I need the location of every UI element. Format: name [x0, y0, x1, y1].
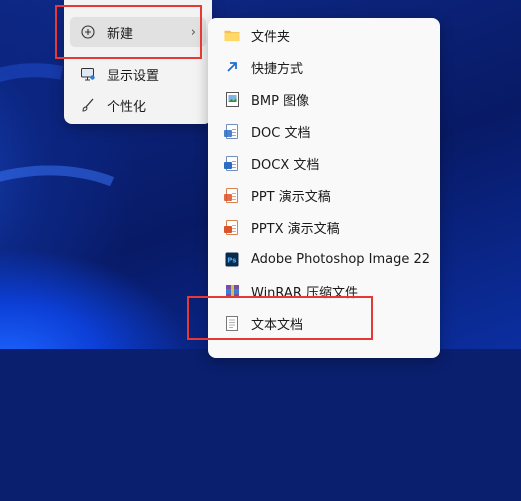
doc-file-icon: [224, 123, 240, 139]
submenu-item-label: 文本文档: [251, 317, 304, 333]
photoshop-file-icon: Ps: [224, 251, 240, 267]
desktop-context-menu: 新建 › 显示设置 个性化: [64, 0, 212, 124]
submenu-item-folder[interactable]: 文件夹: [214, 20, 434, 50]
submenu-item-shortcut[interactable]: 快捷方式: [214, 52, 434, 82]
submenu-item-bmp[interactable]: BMP 图像: [214, 84, 434, 114]
text-document-icon: [224, 315, 240, 331]
submenu-item-photoshop[interactable]: Ps Adobe Photoshop Image 22: [214, 244, 434, 274]
ppt-file-icon: [224, 187, 240, 203]
new-submenu: 文件夹 快捷方式 BMP 图像 DOC 文档 DOCX 文档 PPT 演示文稿: [208, 18, 440, 358]
submenu-item-label: PPTX 演示文稿: [251, 221, 340, 237]
submenu-item-pptx[interactable]: PPTX 演示文稿: [214, 212, 434, 242]
submenu-item-label: DOCX 文档: [251, 157, 320, 173]
submenu-item-label: PPT 演示文稿: [251, 189, 331, 205]
docx-file-icon: [224, 155, 240, 171]
submenu-item-label: Adobe Photoshop Image 22: [251, 251, 431, 267]
plus-circle-icon: [80, 24, 96, 40]
submenu-item-doc[interactable]: DOC 文档: [214, 116, 434, 146]
bmp-image-icon: [224, 91, 240, 107]
context-item-label: 新建: [107, 26, 134, 42]
chevron-right-icon: ›: [190, 25, 196, 40]
shortcut-arrow-icon: [224, 59, 240, 75]
context-item-personalize[interactable]: 个性化: [70, 90, 206, 120]
context-item-label: 显示设置: [107, 68, 160, 84]
winrar-archive-icon: [224, 283, 240, 299]
folder-icon: [224, 27, 240, 43]
context-item-display-settings[interactable]: 显示设置: [70, 59, 206, 89]
submenu-item-label: DOC 文档: [251, 125, 311, 141]
display-settings-icon: [80, 66, 96, 82]
submenu-item-winrar[interactable]: WinRAR 压缩文件: [214, 276, 434, 306]
submenu-item-label: 文件夹: [251, 29, 291, 45]
submenu-item-label: 快捷方式: [251, 61, 304, 77]
pptx-file-icon: [224, 219, 240, 235]
submenu-item-ppt[interactable]: PPT 演示文稿: [214, 180, 434, 210]
submenu-item-text-document[interactable]: 文本文档: [214, 308, 434, 338]
svg-text:Ps: Ps: [227, 256, 236, 264]
submenu-item-label: BMP 图像: [251, 93, 310, 109]
submenu-item-docx[interactable]: DOCX 文档: [214, 148, 434, 178]
paintbrush-icon: [80, 97, 96, 113]
submenu-item-label: WinRAR 压缩文件: [251, 285, 358, 301]
context-item-label: 个性化: [107, 99, 147, 115]
context-item-new[interactable]: 新建 ›: [70, 17, 206, 47]
